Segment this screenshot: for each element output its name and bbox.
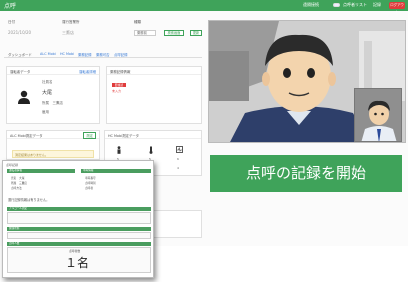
- remote-toggle[interactable]: [333, 3, 340, 7]
- report-health-box: [7, 232, 151, 239]
- remote-checkbox-label[interactable]: 遠隔接続: [303, 2, 319, 8]
- driver-name-label: 社員名: [42, 80, 53, 84]
- hc-value-3: 6: [177, 157, 179, 161]
- report-section-count: 点呼人数: [7, 242, 151, 246]
- operator-video-pip: [354, 88, 402, 142]
- driver-panel-header: 運転者データ 運転者詳細: [7, 67, 99, 75]
- alc-measure-button[interactable]: 測定: [83, 132, 96, 139]
- refresh-button[interactable]: 更新: [190, 30, 202, 36]
- roll-call-report: 点呼記録 運転者情報 車両情報 氏名 大尾 所属 三鷹店 点呼方法 車両番号 点…: [2, 160, 154, 278]
- date-label: 日付: [8, 20, 15, 24]
- report-driver-line-3: 点呼方法: [11, 186, 22, 190]
- operator-video-image: [355, 89, 401, 141]
- report-section-vehicle-label: 車両情報: [83, 169, 94, 172]
- tab-duty-availability[interactable]: 乗務可否: [96, 52, 110, 57]
- report-driver-line-1: 氏名 大尾: [11, 176, 25, 180]
- office-value[interactable]: 三鷹店: [62, 30, 74, 36]
- logout-button[interactable]: ログアウト: [389, 2, 405, 14]
- report-section-health: 健康状態: [7, 227, 151, 231]
- status-panel-title: 乗務記録情報: [107, 67, 201, 75]
- tab-dashboard[interactable]: ダッシュボード: [8, 52, 32, 57]
- status-panel: 乗務記録情報: [106, 66, 202, 124]
- report-section-count-label: 点呼人数: [9, 242, 20, 245]
- type-select[interactable]: 乗務前: [134, 30, 156, 36]
- heart-rate-icon: [176, 146, 183, 153]
- driver-office: 所属 三鷹店: [42, 101, 63, 105]
- driver-employment: 雇用: [42, 110, 49, 114]
- app-title: 点呼: [4, 3, 17, 10]
- driver-panel-title: 運転者データ: [10, 70, 31, 74]
- roll-call-list-label[interactable]: 点呼者リスト: [343, 2, 367, 8]
- alc-notice: 測定結果はありません。: [12, 150, 94, 158]
- driver-detail-link[interactable]: 運転者詳細: [79, 69, 96, 74]
- alc-panel-title: ALC Mobi測定データ: [10, 134, 43, 138]
- report-vehicle-line-2: 点呼時刻: [85, 181, 96, 185]
- report-title: 点呼記録: [6, 163, 19, 167]
- date-value[interactable]: 2021/10/20: [8, 30, 31, 35]
- report-message: 運行記録情報は有りません。: [8, 198, 50, 202]
- report-section-health-label: 健康状態: [9, 227, 20, 230]
- hc-panel-title: HC Mobi測定データ: [105, 131, 201, 139]
- report-section-driver: 運転者情報: [7, 169, 75, 173]
- driver-name-value: 大尾: [42, 90, 53, 96]
- report-driver-line-2: 所属 三鷹店: [11, 181, 28, 185]
- tab-bar: ダッシュボード ALC Mobi HC Mobi 乗務記録 乗務可否 点呼記録: [4, 50, 202, 58]
- report-section-alcohol: アルコール測定: [7, 207, 151, 211]
- tab-duty-record[interactable]: 乗務記録: [78, 52, 92, 57]
- top-bar: 点呼 遠隔接続 点呼者リスト 記録 ログアウト: [0, 0, 408, 14]
- alc-panel-header: ALC Mobi測定データ 測定: [7, 131, 99, 139]
- report-count-caption: 点呼者数: [69, 249, 81, 253]
- report-vehicle-line-3: 点呼者: [85, 186, 94, 190]
- tab-hc-mobi[interactable]: HC Mobi: [60, 52, 74, 56]
- report-vehicle-line-1: 車両番号: [85, 176, 96, 180]
- report-section-driver-label: 運転者情報: [9, 169, 22, 172]
- tab-alc-mobi[interactable]: ALC Mobi: [40, 52, 56, 56]
- search-screen-button[interactable]: 検索画面: [164, 30, 184, 36]
- report-count-value: １名: [65, 256, 90, 270]
- report-alcohol-box: [7, 212, 151, 224]
- office-label: 運行営業所: [62, 20, 80, 24]
- start-roll-call-button[interactable]: 点呼の記録を開始: [210, 155, 402, 192]
- tab-roll-call-record[interactable]: 点呼記録: [114, 52, 128, 57]
- thermometer-icon: [149, 146, 153, 154]
- status-note: 未入力: [112, 89, 122, 93]
- hc-value-4: 4: [177, 166, 179, 170]
- person-icon: [117, 146, 121, 154]
- status-badge: 要確認: [112, 83, 126, 87]
- type-label: 種類: [134, 20, 141, 24]
- user-avatar-icon: [18, 90, 30, 104]
- report-section-vehicle: 車両情報: [81, 169, 151, 173]
- record-label[interactable]: 記録: [373, 2, 381, 8]
- report-section-alcohol-label: アルコール測定: [9, 207, 28, 210]
